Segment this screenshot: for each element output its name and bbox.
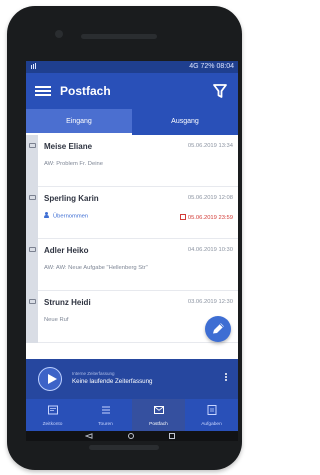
speaker-grill bbox=[81, 34, 157, 39]
more-icon[interactable] bbox=[224, 373, 228, 385]
calendar-icon bbox=[179, 214, 186, 220]
message-date: 03.06.2019 12:30 bbox=[187, 299, 233, 305]
message-date: 05.06.2019 12:08 bbox=[187, 195, 233, 201]
signal-icon bbox=[31, 63, 36, 69]
due-date-value: 05.06.2019 23:59 bbox=[187, 215, 233, 221]
play-icon bbox=[48, 374, 57, 384]
message-row[interactable]: Sperling Karin 05.06.2019 12:08 Übernomm… bbox=[26, 187, 238, 239]
page: 4G 72% 08:04 Postfach Eingang Ausgang Me… bbox=[0, 0, 282, 475]
message-date: 05.06.2019 13:34 bbox=[187, 143, 233, 149]
status-bar: 4G 72% 08:04 bbox=[26, 61, 238, 73]
time-tracking-player: Interne Zeiterfassung Keine laufende Zei… bbox=[26, 359, 238, 399]
assigned-user-label: Übernommen bbox=[53, 213, 89, 220]
mailbox-icon bbox=[153, 406, 164, 414]
tab-eingang[interactable]: Eingang bbox=[26, 109, 132, 135]
calendar-icon bbox=[47, 405, 58, 415]
page-title: Postfach bbox=[60, 84, 111, 98]
sender-name: Sperling Karin bbox=[44, 194, 99, 203]
recent-apps-icon[interactable] bbox=[169, 433, 175, 439]
android-navigation bbox=[26, 431, 238, 441]
filter-icon[interactable] bbox=[211, 82, 229, 100]
nav-label: Zeitkonto bbox=[42, 422, 63, 427]
compose-button[interactable] bbox=[205, 316, 231, 342]
assigned-user: Übernommen bbox=[44, 212, 89, 220]
message-subject: Neue Ruf bbox=[44, 317, 69, 323]
phone-screen: 4G 72% 08:04 Postfach Eingang Ausgang Me… bbox=[26, 61, 238, 441]
nav-label: Postfach bbox=[149, 422, 168, 427]
sender-name: Strunz Heidi bbox=[44, 298, 91, 307]
status-text: 4G 72% 08:04 bbox=[189, 63, 234, 70]
message-icon bbox=[29, 195, 36, 200]
message-row[interactable]: Adler Heiko 04.06.2019 10:30 AW: AW: Neu… bbox=[26, 239, 238, 291]
edit-icon bbox=[213, 323, 224, 334]
android-navigation-buttons bbox=[77, 431, 187, 441]
player-label: Interne Zeiterfassung bbox=[72, 371, 115, 376]
due-date: 05.06.2019 23:59 bbox=[179, 213, 233, 221]
status-left-icon bbox=[30, 61, 38, 73]
task-icon bbox=[207, 405, 216, 415]
bottom-navigation: Zeitkonto Touren Postfach Aufgaben bbox=[26, 399, 238, 431]
tab-ausgang[interactable]: Ausgang bbox=[132, 109, 238, 135]
sender-name: Meise Eliane bbox=[44, 142, 93, 151]
home-icon[interactable] bbox=[128, 433, 134, 439]
message-icon bbox=[29, 143, 36, 148]
nav-item-aufgaben[interactable]: Aufgaben bbox=[185, 399, 238, 431]
camera-icon bbox=[55, 30, 63, 38]
nav-item-postfach[interactable]: Postfach bbox=[132, 399, 185, 431]
nav-label: Touren bbox=[98, 422, 113, 427]
mailbox-tabs: Eingang Ausgang bbox=[26, 109, 238, 135]
play-button[interactable] bbox=[38, 367, 62, 391]
message-icon bbox=[29, 247, 36, 252]
nav-item-zeitkonto[interactable]: Zeitkonto bbox=[26, 399, 79, 431]
sender-name: Adler Heiko bbox=[44, 246, 89, 255]
message-row[interactable]: Meise Eliane 05.06.2019 13:34 AW: Proble… bbox=[26, 135, 238, 187]
app-bar: Postfach bbox=[26, 73, 238, 109]
list-icon bbox=[101, 406, 110, 414]
back-icon[interactable] bbox=[85, 433, 93, 439]
message-subject: AW: Problem Fr. Deine bbox=[44, 161, 103, 167]
message-date: 04.06.2019 10:30 bbox=[187, 247, 233, 253]
message-icon bbox=[29, 299, 36, 304]
message-subject: AW: AW: Neue Aufgabe "Hellenberg Str" bbox=[44, 265, 148, 271]
nav-label: Aufgaben bbox=[201, 422, 222, 427]
player-status: Keine laufende Zeiterfassung bbox=[72, 378, 153, 385]
phone-frame: 4G 72% 08:04 Postfach Eingang Ausgang Me… bbox=[7, 6, 242, 470]
bottom-speaker bbox=[89, 445, 159, 450]
menu-icon[interactable] bbox=[35, 83, 51, 99]
user-icon bbox=[44, 212, 50, 218]
nav-item-touren[interactable]: Touren bbox=[79, 399, 132, 431]
